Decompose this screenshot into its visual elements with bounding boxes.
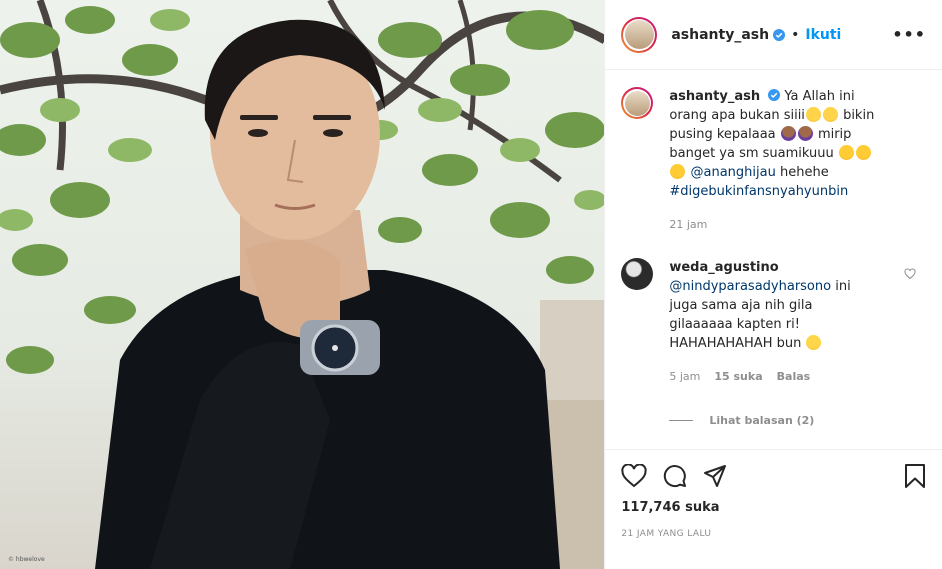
caption-username[interactable]: ashanty_ash bbox=[669, 89, 760, 104]
caption-time[interactable]: 21 jam bbox=[669, 215, 707, 234]
comment-mention[interactable]: @nindyparasadyharsono bbox=[669, 279, 831, 294]
verified-badge-icon bbox=[768, 89, 781, 101]
replies-divider bbox=[669, 420, 694, 421]
follow-button[interactable]: Ikuti bbox=[805, 27, 841, 43]
post-actions: 117,746 suka 21 JAM YANG LALU bbox=[605, 449, 942, 539]
comment-time[interactable]: 5 jam bbox=[669, 367, 700, 386]
post-header: ashanty_ash • Ikuti ••• bbox=[605, 0, 942, 70]
instagram-post: © hbwelove ashanty_ash • Ikuti ••• ashan… bbox=[0, 0, 942, 569]
caption: ashanty_ash Ya Allah ini orang apa bukan… bbox=[621, 87, 926, 234]
verified-badge-icon bbox=[773, 28, 786, 41]
comment-likes[interactable]: 15 suka bbox=[714, 367, 762, 386]
crying-face-icon bbox=[822, 107, 838, 122]
face-with-tongue-icon bbox=[838, 145, 854, 160]
caption-avatar[interactable] bbox=[621, 87, 654, 119]
woman-shrugging-icon bbox=[797, 126, 813, 141]
caption-hashtag[interactable]: #digebukinfansnyahyunbin bbox=[669, 184, 848, 199]
post-photo[interactable]: © hbwelove bbox=[0, 0, 605, 569]
post-timestamp[interactable]: 21 JAM YANG LALU bbox=[621, 529, 926, 539]
comment-bubble-icon[interactable] bbox=[663, 464, 687, 488]
caption-text: ashanty_ash Ya Allah ini orang apa bukan… bbox=[669, 87, 879, 234]
comments-list: ashanty_ash Ya Allah ini orang apa bukan… bbox=[605, 71, 942, 448]
like-heart-icon[interactable] bbox=[621, 464, 647, 488]
crying-face-icon bbox=[805, 107, 821, 122]
author-username[interactable]: ashanty_ash bbox=[671, 27, 769, 43]
author-avatar[interactable] bbox=[621, 16, 658, 53]
comment-text: weda_agustino @nindyparasadyharsono ini … bbox=[669, 258, 879, 386]
avatar-image bbox=[624, 20, 654, 49]
comment: weda_agustino @nindyparasadyharsono ini … bbox=[621, 258, 926, 386]
photo-credit: © hbwelove bbox=[8, 556, 45, 563]
caption-mention[interactable]: @ananghijau bbox=[691, 165, 776, 180]
laughing-face-icon bbox=[806, 335, 822, 350]
commenter-avatar[interactable] bbox=[621, 258, 654, 290]
photo-illustration bbox=[0, 0, 605, 569]
woman-shrugging-icon bbox=[780, 126, 796, 141]
more-options-icon[interactable]: ••• bbox=[892, 25, 926, 44]
reply-button[interactable]: Balas bbox=[777, 367, 811, 386]
post-side-panel: ashanty_ash • Ikuti ••• ashanty_ash Ya A… bbox=[604, 0, 942, 569]
likes-count[interactable]: 117,746 suka bbox=[621, 500, 926, 515]
face-with-tongue-icon bbox=[855, 145, 871, 160]
header-separator: • bbox=[791, 26, 800, 43]
view-replies-button[interactable]: Lihat balasan (2) bbox=[669, 414, 926, 427]
comment-username[interactable]: weda_agustino bbox=[669, 260, 778, 275]
face-with-tongue-icon bbox=[670, 164, 686, 179]
like-comment-heart-icon[interactable] bbox=[904, 268, 916, 280]
share-paper-plane-icon[interactable] bbox=[703, 464, 727, 488]
bookmark-icon[interactable] bbox=[904, 464, 926, 488]
